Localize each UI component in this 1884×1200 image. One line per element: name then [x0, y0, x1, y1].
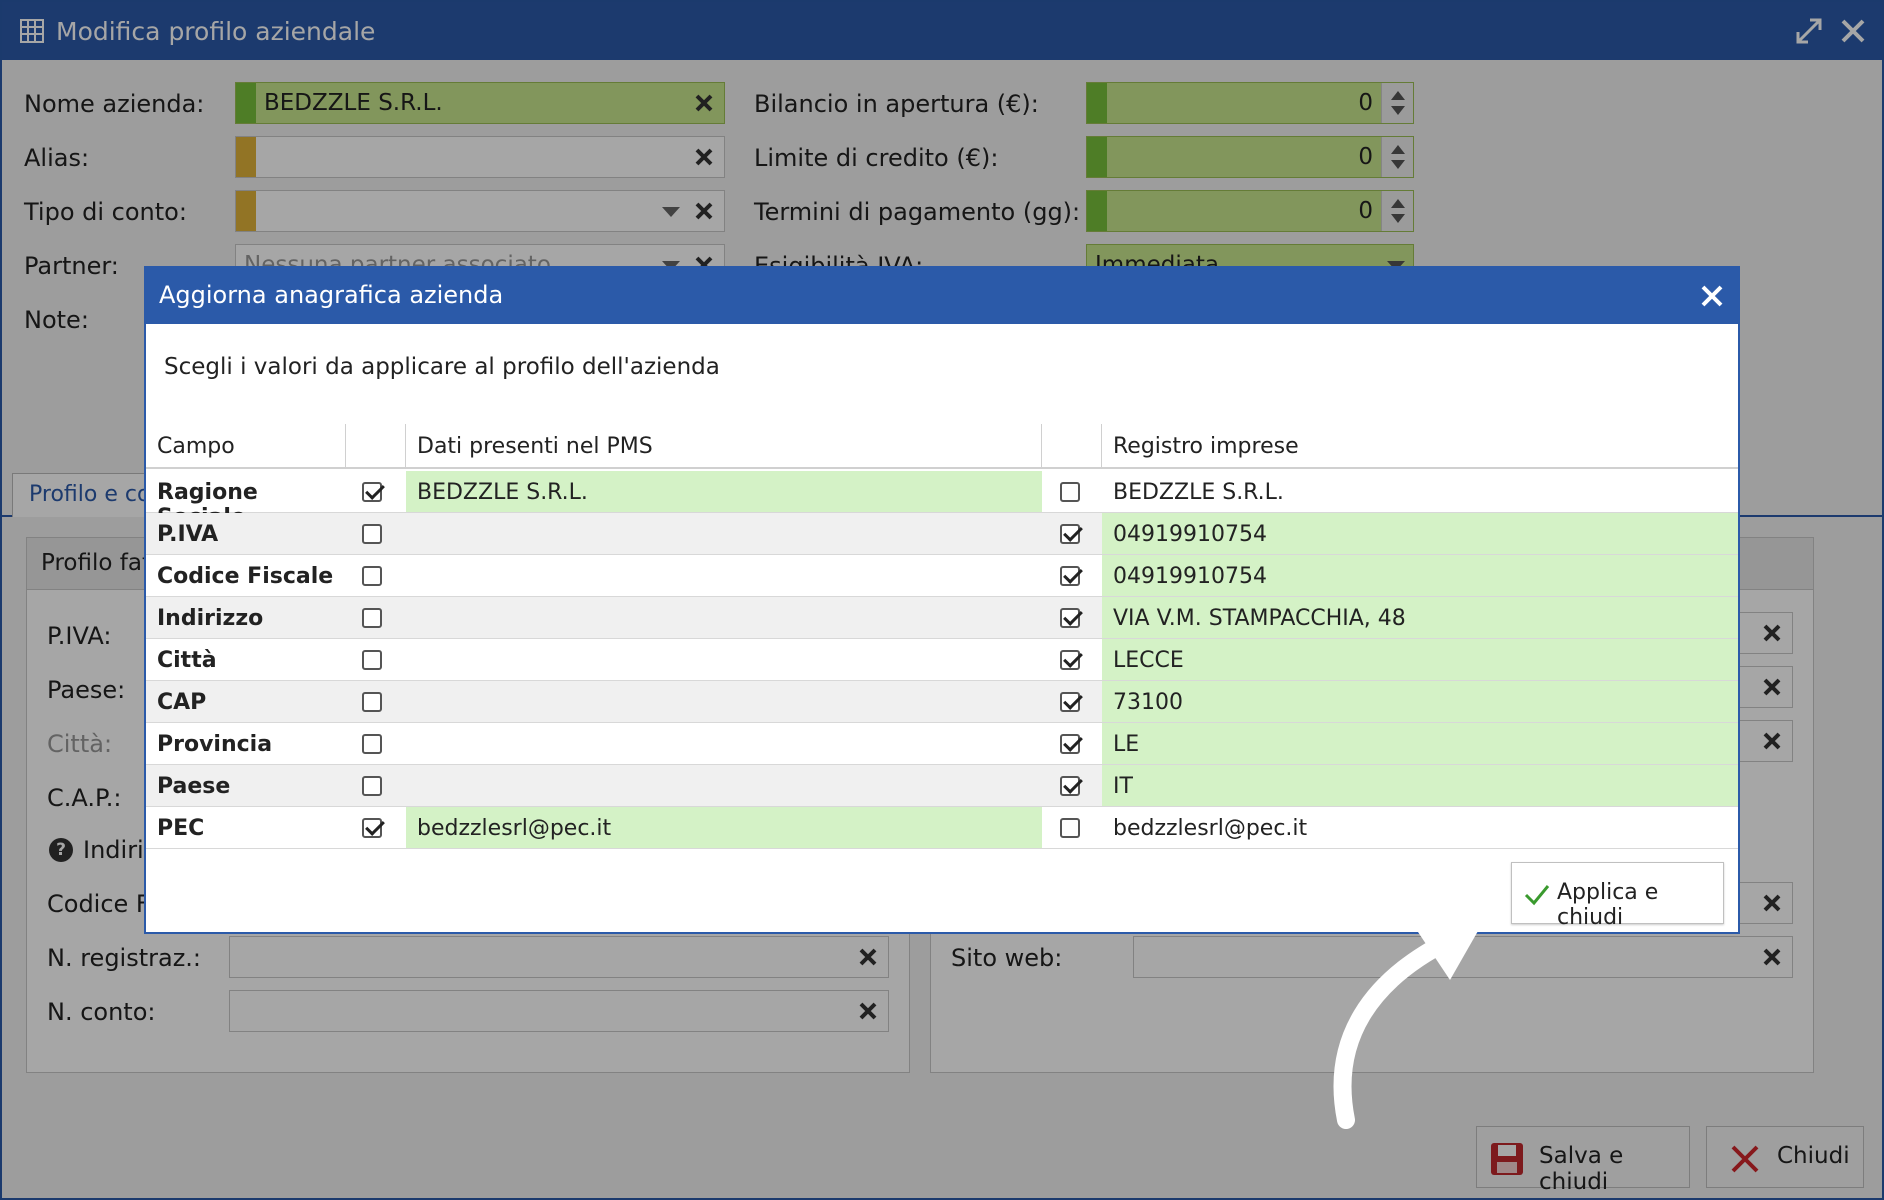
table-row: Paese IT [146, 765, 1738, 807]
registro-value: 04919910754 [1102, 513, 1738, 554]
apply-label: Applica e chiudi [1557, 880, 1659, 930]
apply-and-close-button[interactable]: Applica e chiudi [1511, 862, 1724, 930]
table-row: Ragione Sociale BEDZZLE S.R.L. BEDZZLE S… [146, 471, 1738, 530]
registro-value: 04919910754 [1102, 555, 1738, 596]
registro-value: IT [1102, 765, 1738, 806]
pms-value [406, 681, 1042, 722]
registro-value: bedzzlesrl@pec.it [1113, 816, 1308, 841]
pms-checkbox[interactable] [362, 650, 382, 670]
column-header-reg-check [1042, 424, 1102, 469]
pms-checkbox[interactable] [362, 734, 382, 754]
row-field-name: Paese [157, 774, 231, 799]
row-field-name: Città [157, 648, 217, 673]
registro-value: LECCE [1102, 639, 1738, 680]
table-row: CAP 73100 [146, 681, 1738, 723]
table-row: Indirizzo VIA V.M. STAMPACCHIA, 48 [146, 597, 1738, 639]
table-row: PEC bedzzlesrl@pec.it bedzzlesrl@pec.it [146, 807, 1738, 849]
pms-value [406, 597, 1042, 638]
pms-checkbox[interactable] [362, 482, 382, 502]
pms-checkbox[interactable] [362, 524, 382, 544]
registro-checkbox[interactable] [1060, 818, 1080, 838]
row-field-name: Codice Fiscale [157, 564, 334, 589]
registro-checkbox[interactable] [1060, 608, 1080, 628]
registro-checkbox[interactable] [1060, 566, 1080, 586]
registro-checkbox[interactable] [1060, 776, 1080, 796]
pms-checkbox[interactable] [362, 608, 382, 628]
pms-value: BEDZZLE S.R.L. [406, 471, 1042, 512]
row-field-name: Provincia [157, 732, 273, 757]
registro-checkbox[interactable] [1060, 692, 1080, 712]
pms-value [406, 765, 1042, 806]
dialog-title-bar: Aggiorna anagrafica azienda [146, 268, 1738, 324]
pms-checkbox[interactable] [362, 692, 382, 712]
registro-checkbox[interactable] [1060, 734, 1080, 754]
pms-value [406, 555, 1042, 596]
pms-checkbox[interactable] [362, 566, 382, 586]
registro-value: BEDZZLE S.R.L. [1113, 480, 1284, 505]
pms-value [406, 723, 1042, 764]
column-header-campo: Campo [146, 424, 346, 469]
row-field-name: P.IVA [157, 522, 219, 547]
registro-checkbox[interactable] [1060, 482, 1080, 502]
pms-value [406, 513, 1042, 554]
dialog-close-icon[interactable] [1698, 282, 1726, 310]
registro-value: 73100 [1102, 681, 1738, 722]
pms-value: bedzzlesrl@pec.it [406, 807, 1042, 848]
column-header-registro: Registro imprese [1113, 434, 1299, 459]
pms-checkbox[interactable] [362, 818, 382, 838]
table-row: Provincia LE [146, 723, 1738, 765]
column-header-pms: Dati presenti nel PMS [406, 424, 1042, 469]
pms-value [406, 639, 1042, 680]
update-company-dialog: Aggiorna anagrafica azienda Scegli i val… [144, 266, 1740, 934]
table-row: Città LECCE [146, 639, 1738, 681]
dialog-title: Aggiorna anagrafica azienda [159, 281, 504, 309]
pms-checkbox[interactable] [362, 776, 382, 796]
row-field-name: CAP [157, 690, 207, 715]
registro-value: LE [1102, 723, 1738, 764]
dialog-subtitle: Scegli i valori da applicare al profilo … [164, 354, 720, 380]
registro-value: VIA V.M. STAMPACCHIA, 48 [1102, 597, 1738, 638]
table-row: P.IVA 04919910754 [146, 513, 1738, 555]
registro-checkbox[interactable] [1060, 524, 1080, 544]
registro-checkbox[interactable] [1060, 650, 1080, 670]
table-header: Campo Dati presenti nel PMS Registro imp… [146, 424, 1738, 469]
pointer-arrow-icon [1333, 910, 1490, 1129]
column-header-pms-check [346, 424, 406, 469]
table-row: Codice Fiscale 04919910754 [146, 555, 1738, 597]
row-field-name: Indirizzo [157, 606, 264, 631]
row-field-name: PEC [157, 816, 205, 841]
row-field-name: Ragione Sociale [157, 480, 258, 530]
